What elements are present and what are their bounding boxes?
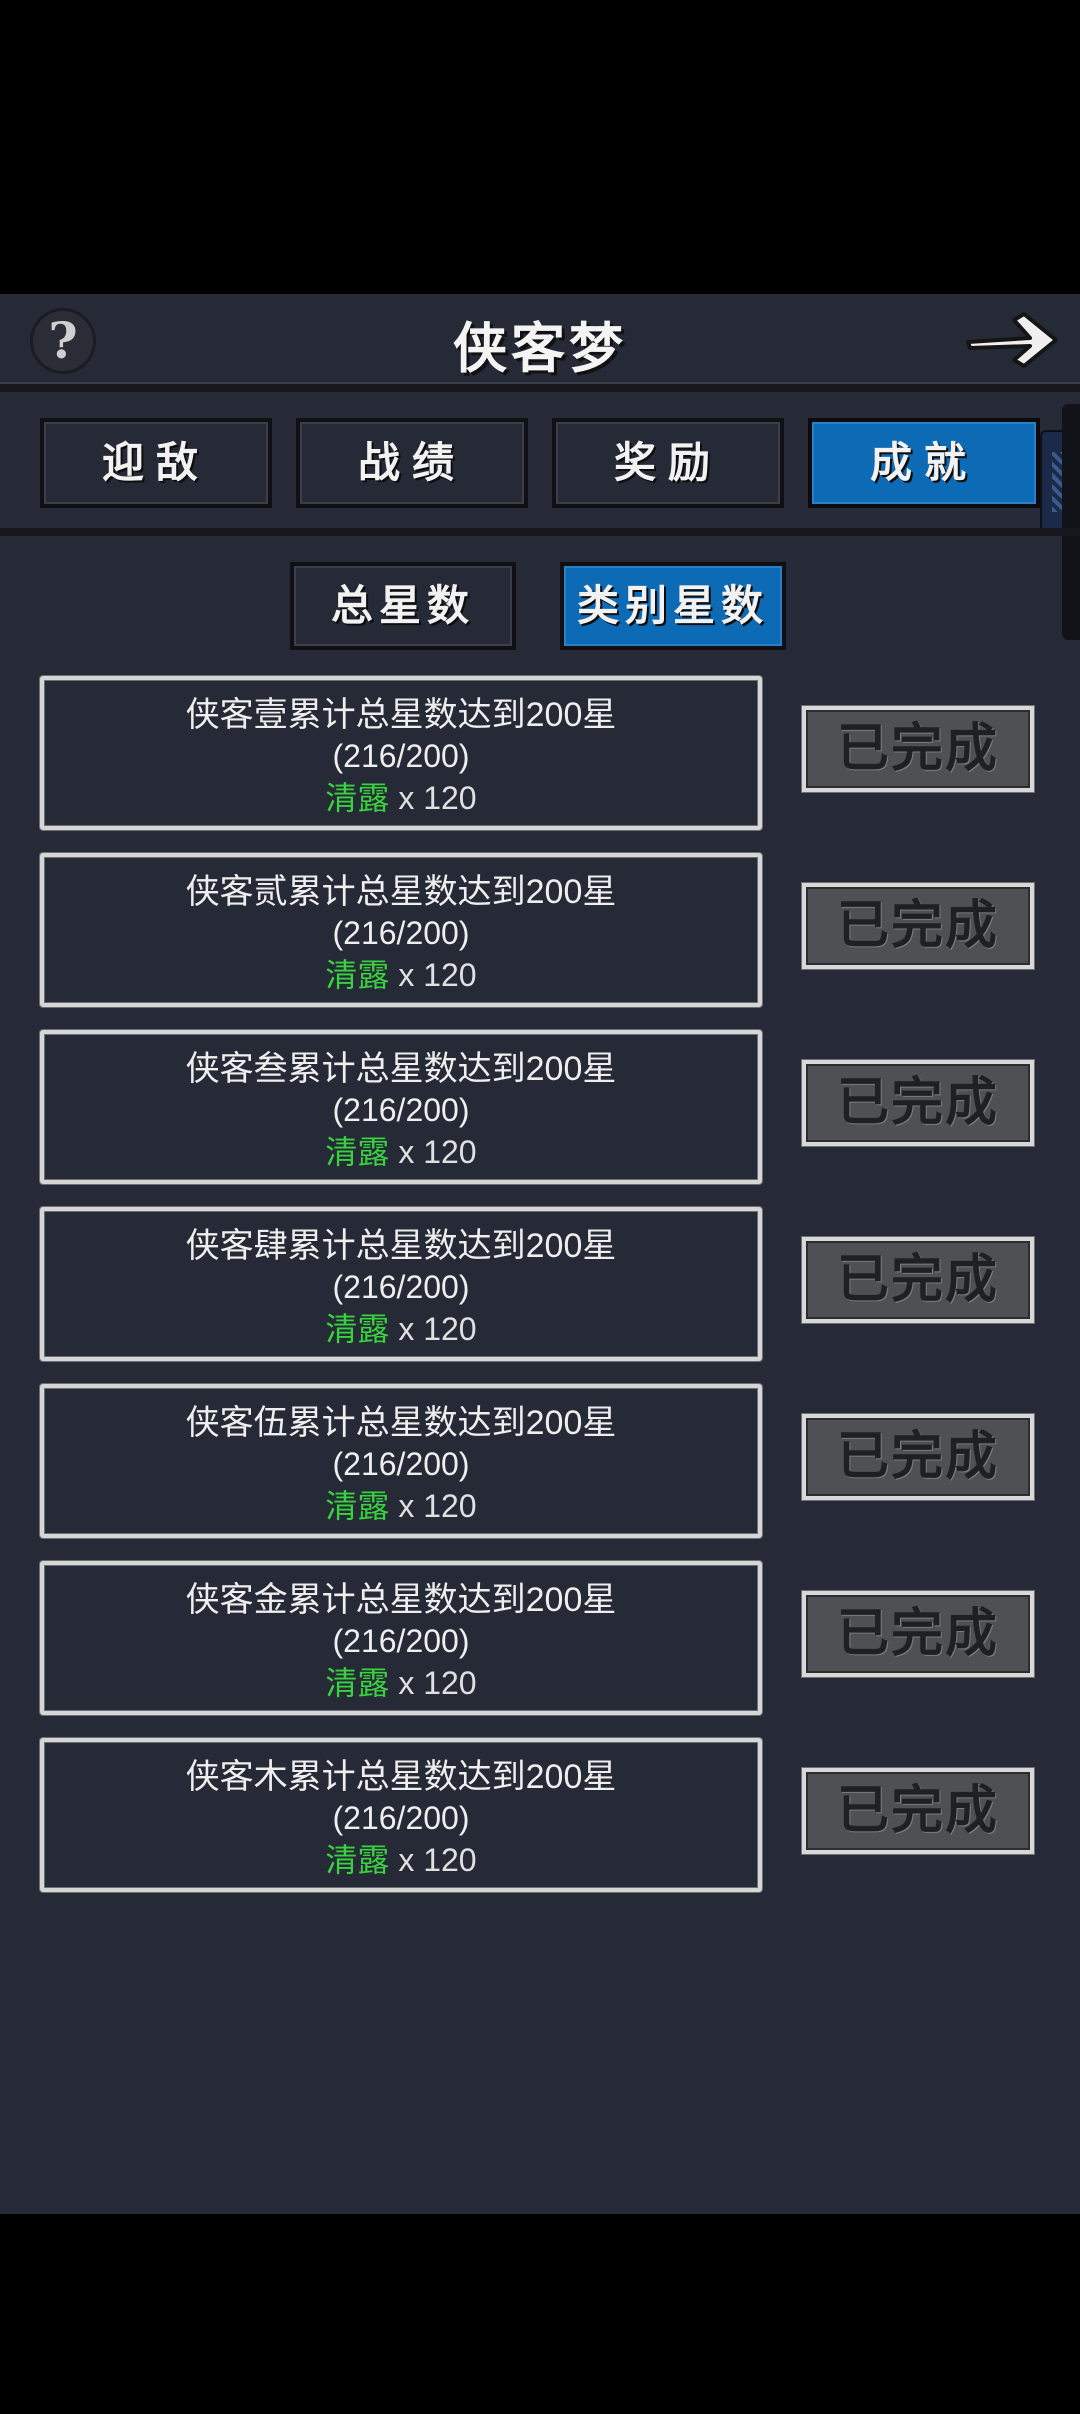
header-bar: ? 侠客梦 bbox=[0, 294, 1080, 386]
achievement-progress: (216/200) bbox=[332, 1092, 470, 1128]
reward-name: 清露 bbox=[325, 1134, 390, 1170]
page-title: 侠客梦 bbox=[453, 316, 627, 380]
achievement-item: 侠客贰累计总星数达到200星 (216/200) 清露 x 120 已完成 bbox=[40, 853, 1040, 1007]
reward-amount: x 120 bbox=[398, 1311, 477, 1347]
achievement-reward: 清露 x 120 bbox=[44, 953, 758, 997]
tab-chengjiu[interactable]: 成就 bbox=[808, 418, 1040, 508]
achievement-progress: (216/200) bbox=[332, 738, 470, 774]
achievement-progress: (216/200) bbox=[332, 1800, 470, 1836]
scrollbar[interactable] bbox=[1062, 404, 1080, 640]
achievement-reward: 清露 x 120 bbox=[44, 1838, 758, 1882]
completed-button[interactable]: 已完成 bbox=[802, 1591, 1034, 1677]
main-tab-bar: 迎敌 战绩 奖励 成就 bbox=[40, 418, 1040, 508]
achievement-card: 侠客贰累计总星数达到200星 (216/200) 清露 x 120 bbox=[40, 853, 762, 1007]
achievement-description: 侠客伍累计总星数达到200星 bbox=[185, 1404, 617, 1442]
completed-button[interactable]: 已完成 bbox=[802, 1237, 1034, 1323]
achievement-description: 侠客贰累计总星数达到200星 bbox=[185, 873, 617, 911]
achievement-card: 侠客肆累计总星数达到200星 (216/200) 清露 x 120 bbox=[40, 1207, 762, 1361]
achievement-description: 侠客木累计总星数达到200星 bbox=[185, 1758, 617, 1796]
arrow-right-icon bbox=[966, 312, 1058, 368]
completed-button[interactable]: 已完成 bbox=[802, 1060, 1034, 1146]
achievement-reward: 清露 x 120 bbox=[44, 776, 758, 820]
game-panel: ? 侠客梦 迎敌 战绩 奖励 成就 总星数 类别星数 侠客壹累计总星数达到200… bbox=[0, 294, 1080, 2214]
achievement-item: 侠客木累计总星数达到200星 (216/200) 清露 x 120 已完成 bbox=[40, 1738, 1040, 1892]
achievement-item: 侠客叁累计总星数达到200星 (216/200) 清露 x 120 已完成 bbox=[40, 1030, 1040, 1184]
reward-name: 清露 bbox=[325, 1665, 390, 1701]
achievement-reward: 清露 x 120 bbox=[44, 1661, 758, 1705]
completed-button[interactable]: 已完成 bbox=[802, 1768, 1034, 1854]
reward-amount: x 120 bbox=[398, 780, 477, 816]
reward-name: 清露 bbox=[325, 1311, 390, 1347]
achievement-reward: 清露 x 120 bbox=[44, 1130, 758, 1174]
tab-divider bbox=[0, 528, 1080, 536]
achievement-reward: 清露 x 120 bbox=[44, 1484, 758, 1528]
achievement-card: 侠客木累计总星数达到200星 (216/200) 清露 x 120 bbox=[40, 1738, 762, 1892]
achievement-card: 侠客壹累计总星数达到200星 (216/200) 清露 x 120 bbox=[40, 676, 762, 830]
header-divider bbox=[0, 382, 1080, 392]
achievement-description: 侠客金累计总星数达到200星 bbox=[185, 1581, 617, 1619]
achievement-card: 侠客金累计总星数达到200星 (216/200) 清露 x 120 bbox=[40, 1561, 762, 1715]
completed-button[interactable]: 已完成 bbox=[802, 706, 1034, 792]
achievement-progress: (216/200) bbox=[332, 1623, 470, 1659]
achievement-description: 侠客肆累计总星数达到200星 bbox=[185, 1227, 617, 1265]
reward-amount: x 120 bbox=[398, 1665, 477, 1701]
reward-name: 清露 bbox=[325, 957, 390, 993]
subtab-category-stars[interactable]: 类别星数 bbox=[560, 562, 786, 650]
reward-amount: x 120 bbox=[398, 957, 477, 993]
achievement-item: 侠客伍累计总星数达到200星 (216/200) 清露 x 120 已完成 bbox=[40, 1384, 1040, 1538]
achievement-item: 侠客壹累计总星数达到200星 (216/200) 清露 x 120 已完成 bbox=[40, 676, 1040, 830]
tab-zhanji[interactable]: 战绩 bbox=[296, 418, 528, 508]
achievement-reward: 清露 x 120 bbox=[44, 1307, 758, 1351]
reward-name: 清露 bbox=[325, 1488, 390, 1524]
achievement-progress: (216/200) bbox=[332, 915, 470, 951]
reward-name: 清露 bbox=[325, 780, 390, 816]
achievement-item: 侠客肆累计总星数达到200星 (216/200) 清露 x 120 已完成 bbox=[40, 1207, 1040, 1361]
achievement-progress: (216/200) bbox=[332, 1446, 470, 1482]
achievement-description: 侠客壹累计总星数达到200星 bbox=[185, 696, 617, 734]
achievement-item: 侠客金累计总星数达到200星 (216/200) 清露 x 120 已完成 bbox=[40, 1561, 1040, 1715]
subtab-total-stars[interactable]: 总星数 bbox=[290, 562, 516, 650]
forward-arrow-button[interactable] bbox=[962, 304, 1062, 374]
tab-jiangli[interactable]: 奖励 bbox=[552, 418, 784, 508]
achievement-card: 侠客叁累计总星数达到200星 (216/200) 清露 x 120 bbox=[40, 1030, 762, 1184]
achievement-description: 侠客叁累计总星数达到200星 bbox=[185, 1050, 617, 1088]
achievement-progress: (216/200) bbox=[332, 1269, 470, 1305]
reward-amount: x 120 bbox=[398, 1134, 477, 1170]
completed-button[interactable]: 已完成 bbox=[802, 1414, 1034, 1500]
achievement-card: 侠客伍累计总星数达到200星 (216/200) 清露 x 120 bbox=[40, 1384, 762, 1538]
reward-name: 清露 bbox=[325, 1842, 390, 1878]
reward-amount: x 120 bbox=[398, 1488, 477, 1524]
reward-amount: x 120 bbox=[398, 1842, 477, 1878]
completed-button[interactable]: 已完成 bbox=[802, 883, 1034, 969]
tab-yingdi[interactable]: 迎敌 bbox=[40, 418, 272, 508]
